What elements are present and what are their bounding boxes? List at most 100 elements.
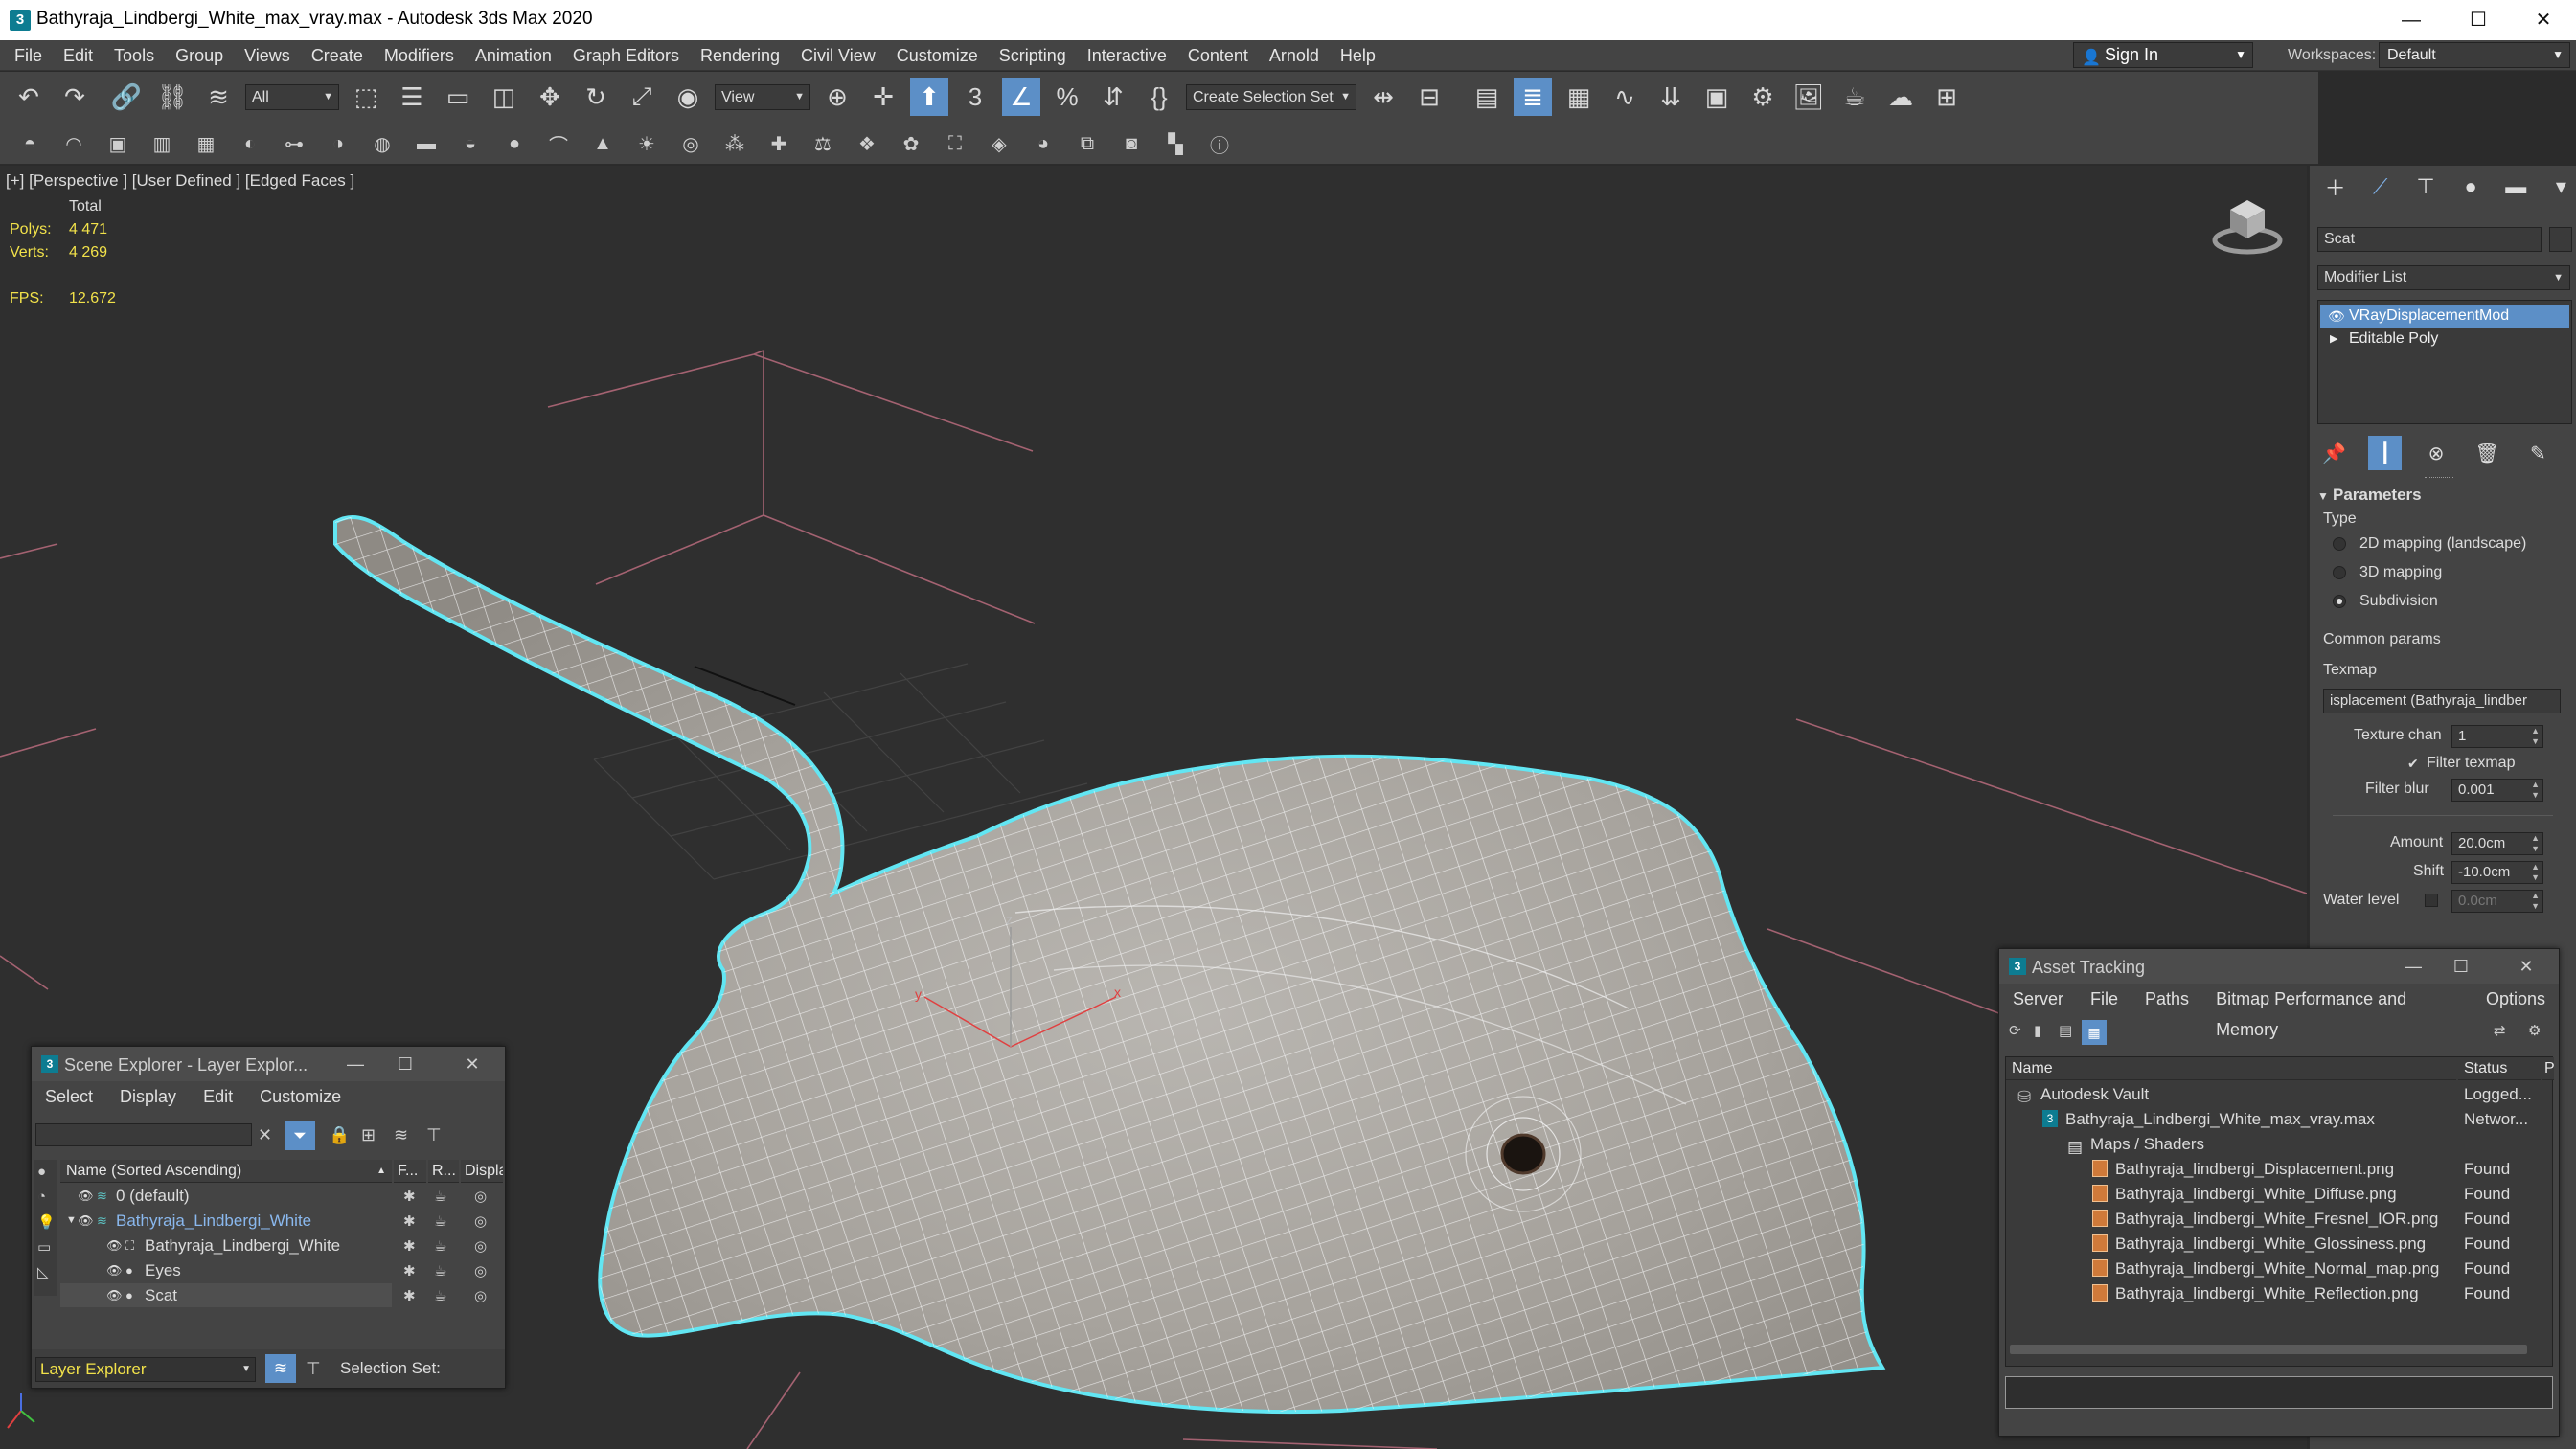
column-header-status[interactable]: Status: [2458, 1057, 2541, 1080]
frozen-toggle-icon[interactable]: ✱: [403, 1212, 416, 1230]
amount-spinner[interactable]: 20.0cm ▲ ▼: [2451, 832, 2543, 855]
help-icon[interactable]: ⓘ: [1203, 127, 1236, 160]
filter-blur-spinner[interactable]: 0.001 ▲ ▼: [2451, 779, 2543, 802]
display-helpers-icon[interactable]: ◺: [37, 1263, 49, 1280]
select-by-name-icon[interactable]: ☰: [393, 78, 431, 116]
spinner-arrows-icon[interactable]: ▲ ▼: [2531, 833, 2540, 854]
spinner-arrows-icon[interactable]: ▲ ▼: [2531, 726, 2540, 747]
asset-row[interactable]: Bathyraja_lindbergi_White_Fresnel_IOR.pn…: [2006, 1207, 2552, 1231]
vray-sphere-light-icon[interactable]: ●: [498, 127, 531, 160]
display-toggle-icon[interactable]: ◎: [474, 1287, 487, 1304]
vray-volume-icon[interactable]: ❖: [851, 127, 883, 160]
object-name-field[interactable]: Scat: [2317, 227, 2542, 252]
frozen-toggle-icon[interactable]: ✱: [403, 1262, 416, 1279]
align-icon[interactable]: ⊟: [1410, 78, 1448, 116]
view-cube[interactable]: [2209, 191, 2286, 258]
asset-row[interactable]: Bathyraja_lindbergi_White_Normal_map.png…: [2006, 1257, 2552, 1280]
spinner-arrows-icon[interactable]: ▲ ▼: [2531, 891, 2540, 912]
vray-vision-icon[interactable]: ◙: [1115, 127, 1148, 160]
vray-lister-icon[interactable]: ⧉: [1071, 127, 1104, 160]
spinner-arrows-icon[interactable]: ▲ ▼: [2531, 780, 2540, 801]
angle-snap-icon[interactable]: ∠: [1002, 78, 1040, 116]
table-view-icon[interactable]: ▦: [2082, 1020, 2107, 1045]
viewport-label[interactable]: [+] [Perspective ] [User Defined ] [Edge…: [6, 171, 354, 191]
eye-icon[interactable]: 👁: [2328, 305, 2345, 328]
menu-help[interactable]: Help: [1330, 40, 1386, 71]
stack-item-vray-displacement[interactable]: 👁 VRayDisplacementMod: [2320, 305, 2569, 328]
minimize-button[interactable]: —: [2394, 953, 2432, 980]
at-menu-paths[interactable]: Paths: [2131, 984, 2202, 1014]
configure-modifier-sets-icon[interactable]: ✎: [2521, 436, 2555, 470]
column-header-render[interactable]: R...: [428, 1160, 459, 1183]
select-manipulate-icon[interactable]: ✛: [864, 78, 902, 116]
vray-decal-icon[interactable]: ✚: [763, 127, 795, 160]
material-editor-icon[interactable]: ▣: [1698, 78, 1736, 116]
asset-row[interactable]: ⛁ Autodesk Vault Logged...: [2006, 1082, 2552, 1106]
at-menu-options[interactable]: Options: [2473, 984, 2559, 1014]
percent-snap-icon[interactable]: %: [1048, 78, 1086, 116]
select-place-icon[interactable]: ◉: [669, 78, 707, 116]
unlink-icon[interactable]: ⛓: [153, 78, 192, 116]
close-button[interactable]: ✕: [453, 1051, 491, 1077]
frozen-toggle-icon[interactable]: ✱: [403, 1188, 416, 1205]
toggle-ribbon-icon[interactable]: ▦: [1560, 78, 1598, 116]
horizontal-scrollbar[interactable]: [2010, 1345, 2527, 1354]
vray-fur-icon[interactable]: ⁂: [718, 127, 751, 160]
radio-2d-mapping[interactable]: [2333, 537, 2346, 551]
close-button[interactable]: ✕: [2510, 0, 2576, 40]
modifier-list-dropdown[interactable]: Modifier List ▼: [2317, 265, 2570, 290]
object-color-swatch[interactable]: [2549, 227, 2572, 252]
find-input[interactable]: [35, 1123, 252, 1146]
column-header-name[interactable]: Name (Sorted Ascending) ▲: [60, 1160, 392, 1183]
radio-subdivision[interactable]: [2333, 595, 2346, 608]
keyboard-shortcut-override-icon[interactable]: ⬆: [910, 78, 948, 116]
layer-explorer-icon[interactable]: ≣: [1514, 78, 1552, 116]
menu-views[interactable]: Views: [234, 40, 301, 71]
se-menu-edit[interactable]: Edit: [190, 1081, 246, 1112]
spinner-snap-icon[interactable]: ⇵: [1094, 78, 1132, 116]
render-toggle-icon[interactable]: ☕: [434, 1212, 446, 1230]
vray-material-preview-icon[interactable]: ◕: [1027, 127, 1060, 160]
menu-content[interactable]: Content: [1177, 40, 1259, 71]
vray-ies-light-icon[interactable]: ▲: [586, 127, 619, 160]
minimize-button[interactable]: —: [336, 1051, 375, 1077]
redo-icon[interactable]: ↷: [56, 78, 94, 116]
frozen-toggle-icon[interactable]: ✱: [403, 1237, 416, 1255]
vray-chaos-scatter-icon[interactable]: ⛶: [939, 127, 971, 160]
vray-toolbar-icon[interactable]: ◓: [13, 127, 46, 160]
vray-batch-icon[interactable]: ▥: [146, 127, 178, 160]
add-layer-icon[interactable]: ⊞: [361, 1125, 376, 1145]
selection-filter-dropdown[interactable]: All ▼: [245, 83, 339, 110]
layers-icon[interactable]: ≋: [394, 1125, 408, 1145]
clear-search-icon[interactable]: ✕: [258, 1125, 272, 1145]
render-toggle-icon[interactable]: ☕: [434, 1237, 446, 1255]
parameters-title[interactable]: Parameters: [2333, 486, 2422, 505]
pin-stack-icon[interactable]: 📌: [2317, 436, 2351, 470]
undo-icon[interactable]: ↶: [10, 78, 48, 116]
workspace-dropdown[interactable]: Default ▼: [2379, 42, 2570, 68]
menu-graph-editors[interactable]: Graph Editors: [562, 40, 690, 71]
render-in-cloud-icon[interactable]: ☁: [1881, 78, 1920, 116]
asset-row[interactable]: Bathyraja_lindbergi_White_Reflection.png…: [2006, 1281, 2552, 1305]
show-end-result-icon[interactable]: ┃: [2368, 436, 2403, 470]
mirror-icon[interactable]: ⇹: [1364, 78, 1402, 116]
se-menu-display[interactable]: Display: [106, 1081, 190, 1112]
select-rotate-icon[interactable]: ↻: [577, 78, 615, 116]
render-toggle-icon[interactable]: ☕: [434, 1262, 446, 1279]
display-toggle-icon[interactable]: ◎: [474, 1237, 487, 1255]
shift-spinner[interactable]: -10.0cm ▲ ▼: [2451, 861, 2543, 884]
environment-icon[interactable]: ⊞: [1927, 78, 1966, 116]
at-menu-file[interactable]: File: [2077, 984, 2131, 1014]
menu-arnold[interactable]: Arnold: [1259, 40, 1330, 71]
column-header-frozen[interactable]: F...: [394, 1160, 426, 1183]
display-cameras-icon[interactable]: ▭: [37, 1238, 51, 1256]
curve-editor-icon[interactable]: ∿: [1606, 78, 1644, 116]
column-header-name[interactable]: Name: [2006, 1057, 2456, 1080]
menu-scripting[interactable]: Scripting: [989, 40, 1077, 71]
render-setup-icon[interactable]: ⚙: [1744, 78, 1782, 116]
close-button[interactable]: ✕: [2507, 953, 2545, 980]
create-selection-set-dropdown[interactable]: Create Selection Set ▼: [1186, 83, 1356, 110]
rollout-collapse-icon[interactable]: ▼: [2317, 489, 2329, 503]
select-scale-icon[interactable]: ⤢: [623, 78, 661, 116]
vray-dome-light-icon[interactable]: ◒: [454, 127, 487, 160]
